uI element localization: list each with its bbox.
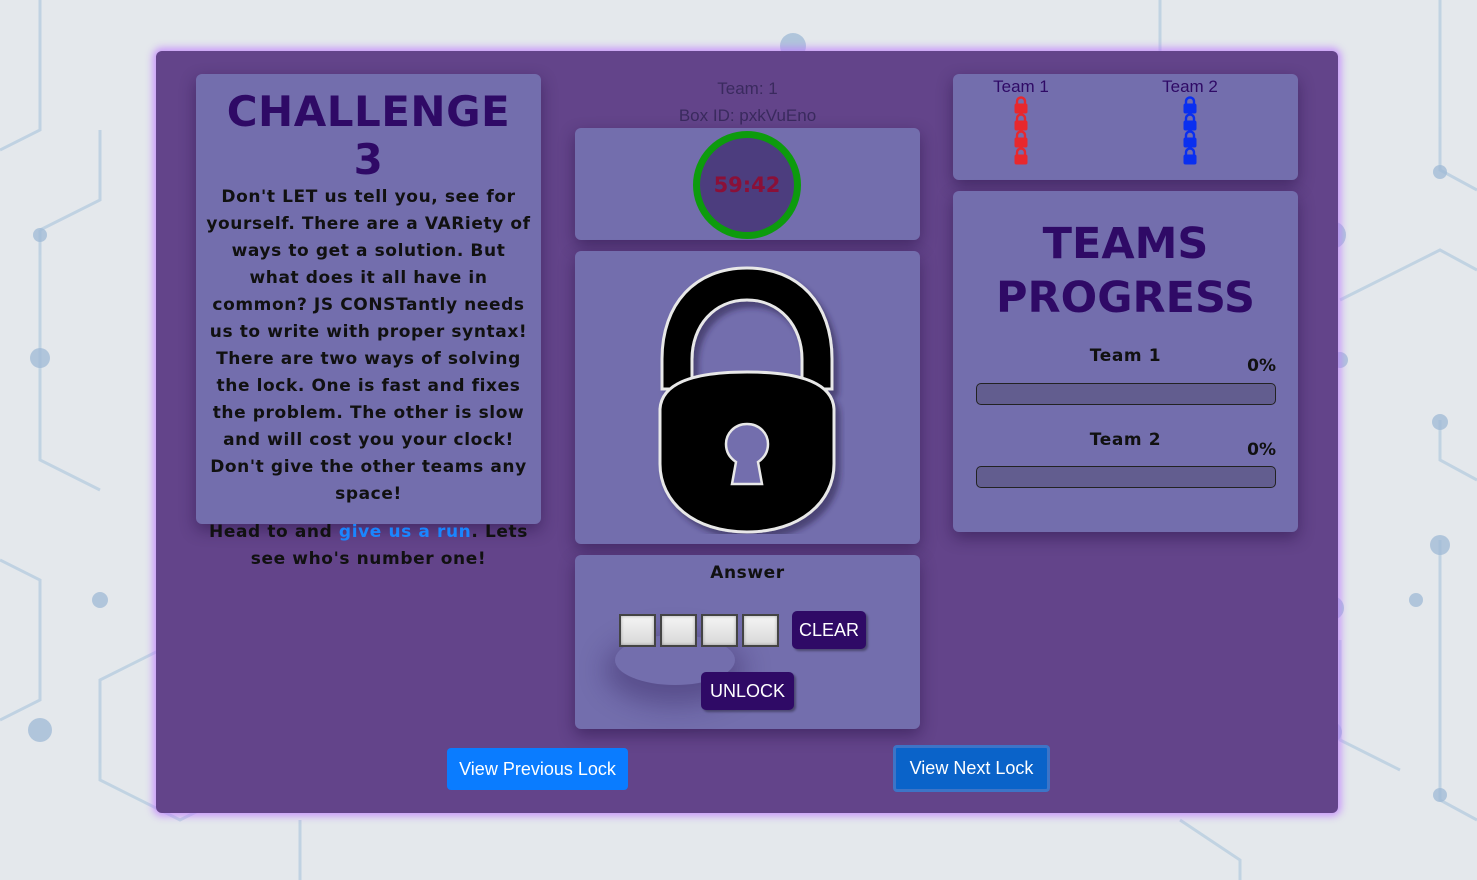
clear-button[interactable]: CLEAR — [792, 611, 866, 649]
padlock-icon — [1014, 96, 1028, 114]
padlock-icon — [1183, 147, 1197, 165]
team-label: Team: 1 — [717, 79, 778, 98]
team-1-name: Team 1 — [993, 77, 1049, 96]
answer-digit-input-1[interactable] — [619, 614, 656, 647]
padlock-icon — [658, 266, 836, 534]
padlock-icon — [1014, 130, 1028, 148]
challenge-panel: CHALLENGE 3 Don't LET us tell you, see f… — [156, 51, 1338, 813]
padlock-icon — [1183, 113, 1197, 131]
answer-digit-input-4[interactable] — [742, 614, 779, 647]
challenge-title: CHALLENGE 3 — [226, 87, 511, 184]
cta-text-before: Head to and — [209, 522, 339, 542]
team-2-name: Team 2 — [1162, 77, 1218, 96]
timer-value: 59:42 — [713, 173, 781, 197]
view-next-lock-button[interactable]: View Next Lock — [893, 745, 1050, 792]
challenge-cta: Head to and give us a run. Lets see who'… — [206, 519, 531, 573]
padlock-icon — [1014, 147, 1028, 165]
progress-title-line-2: PROGRESS — [996, 273, 1255, 323]
lock-card — [575, 251, 920, 544]
team-info: Team: 1 Box ID: pxkVuEno — [575, 75, 920, 129]
view-previous-lock-button[interactable]: View Previous Lock — [447, 748, 628, 790]
progress-team-1-percent: 0% — [1247, 356, 1276, 376]
teams-locks-card: Team 1 Team 2 — [953, 74, 1298, 180]
padlock-icon — [1014, 113, 1028, 131]
team-2-lock-stack — [1140, 96, 1240, 165]
progress-team-2-percent: 0% — [1247, 440, 1276, 460]
progress-title-line-1: TEAMS — [1042, 219, 1209, 269]
answer-digit-input-3[interactable] — [701, 614, 738, 647]
answer-digit-input-2[interactable] — [660, 614, 697, 647]
progress-team-1-bar — [976, 383, 1276, 405]
progress-team-2-bar — [976, 466, 1276, 488]
unlock-button[interactable]: UNLOCK — [701, 672, 794, 710]
challenge-card: CHALLENGE 3 Don't LET us tell you, see f… — [196, 74, 541, 569]
team-1-lock-stack — [971, 96, 1071, 165]
timer-card: 59:42 — [575, 128, 920, 240]
teams-progress-card: TEAMS PROGRESS Team 1 0% Team 2 0% — [953, 191, 1298, 532]
box-id-label: Box ID: pxkVuEno — [678, 106, 817, 125]
team-2-locks: Team 2 — [1140, 77, 1240, 165]
padlock-icon — [1183, 96, 1197, 114]
team-1-locks: Team 1 — [971, 77, 1071, 165]
answer-label: Answer — [710, 563, 785, 583]
give-us-a-run-link[interactable]: give us a run — [339, 522, 471, 542]
countdown-timer: 59:42 — [693, 131, 801, 239]
answer-card: Answer CLEAR UNLOCK — [575, 555, 920, 729]
challenge-description: Don't LET us tell you, see for yourself.… — [206, 187, 531, 504]
padlock-icon — [1183, 130, 1197, 148]
progress-title: TEAMS PROGRESS — [953, 217, 1298, 325]
